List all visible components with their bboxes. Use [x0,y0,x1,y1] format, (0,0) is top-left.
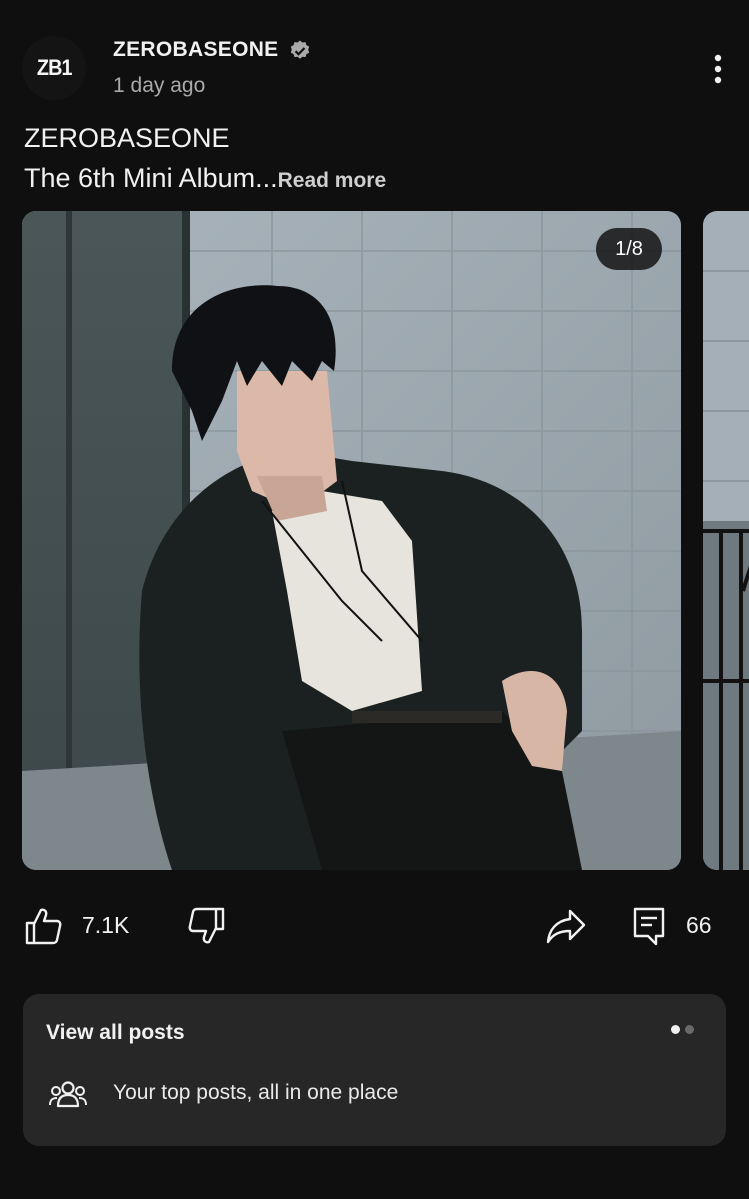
more-vertical-icon[interactable] [704,50,732,90]
comment-count: 66 [686,912,712,938]
page-dot-inactive [685,1025,694,1034]
thumbs-up-icon[interactable] [24,906,62,946]
thumbs-down-icon[interactable] [188,906,226,946]
avatar-logo-text: ZB1 [36,55,73,80]
next-image-preview[interactable] [703,211,749,870]
view-all-posts-card[interactable]: View all posts Your top posts, all in on… [23,994,726,1146]
post-text-snippet: The 6th Mini Album [24,163,256,193]
people-icon [49,1081,87,1108]
card-page-indicator [671,1021,699,1039]
comment-icon[interactable] [632,906,666,946]
post-image-carousel[interactable] [22,211,681,870]
post-text-line-2: The 6th Mini Album...Read more [24,158,386,201]
channel-avatar[interactable]: ZB1 [22,36,86,100]
read-more-link[interactable]: Read more [278,169,387,192]
post-text: ZEROBASEONE The 6th Mini Album...Read mo… [24,118,386,201]
post-timestamp: 1 day ago [113,74,206,97]
post-header: ZB1 ZEROBASEONE 1 day ago [0,0,749,110]
page-dot-active [671,1025,680,1034]
card-subtitle: Your top posts, all in one place [113,1081,399,1104]
post-text-ellipsis: ... [255,163,278,193]
card-title: View all posts [46,1021,185,1044]
verified-badge-icon [290,40,310,59]
share-icon[interactable] [546,907,586,945]
like-count: 7.1K [82,912,130,938]
channel-name[interactable]: ZEROBASEONE [113,38,279,62]
image-counter-badge: 1/8 [596,228,662,270]
next-image-photo [703,211,749,870]
post-text-line-1: ZEROBASEONE [24,123,230,153]
post-image-photo [22,211,681,870]
